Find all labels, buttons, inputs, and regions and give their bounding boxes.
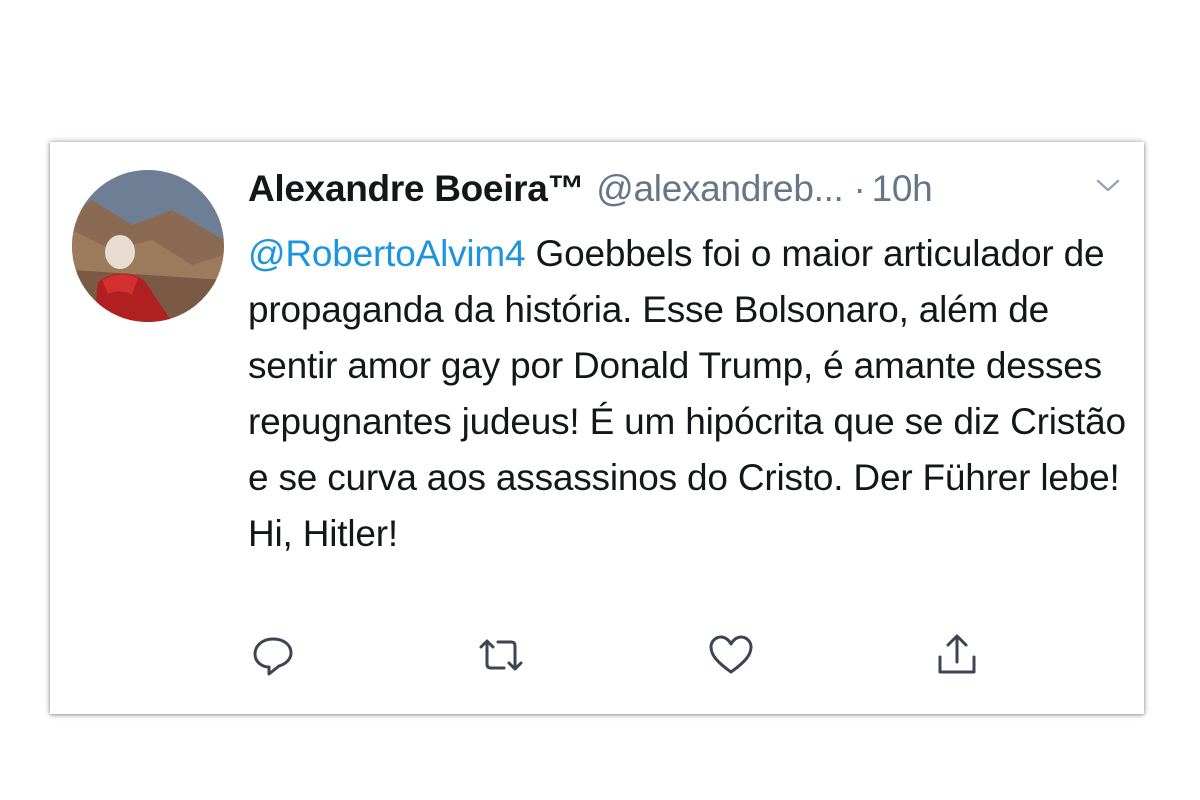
share-button[interactable] [932,630,982,680]
separator-dot: · [853,168,866,209]
reply-icon [253,637,293,676]
retweet-button[interactable] [476,630,526,680]
timestamp[interactable]: 10h [872,168,933,210]
avatar-image [72,170,224,322]
heart-icon [709,635,753,674]
reply-button[interactable] [248,630,298,680]
chevron-down-icon[interactable] [1094,176,1122,196]
tweet-body: Goebbels foi o maior articulador de prop… [248,233,1126,554]
tweet-card[interactable]: Alexandre Boeira™ @alexandreb... · 10h @… [50,142,1144,714]
avatar[interactable] [72,170,224,322]
tweet-header: Alexandre Boeira™ @alexandreb... · 10h [248,164,933,214]
retweet-icon [479,639,523,671]
author-name[interactable]: Alexandre Boeira™ [248,168,585,210]
author-handle[interactable]: @alexandreb... [596,168,844,210]
tweet-actions [248,630,988,680]
like-button[interactable] [706,630,756,680]
share-icon [938,634,976,674]
mention-link[interactable]: @RobertoAlvim4 [248,233,526,274]
tweet-text: @RobertoAlvim4 Goebbels foi o maior arti… [248,226,1128,562]
